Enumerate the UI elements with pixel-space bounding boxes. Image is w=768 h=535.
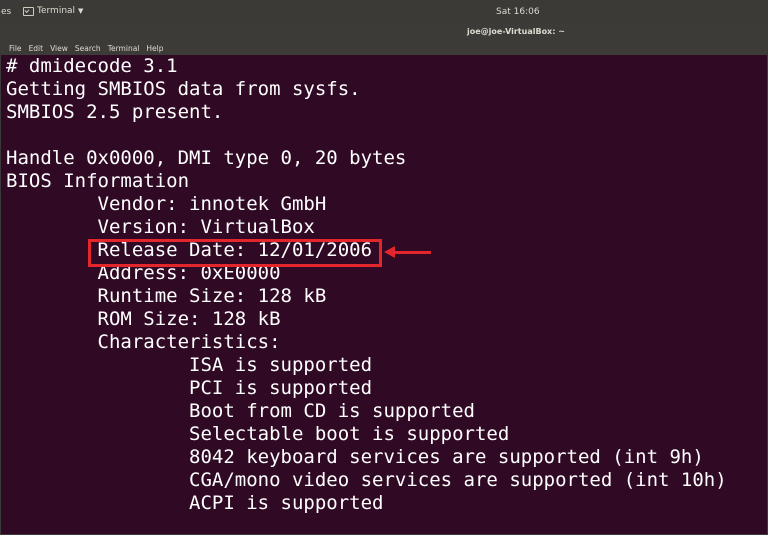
terminal-line: # dmidecode 3.1 (6, 55, 178, 77)
terminal-line: Selectable boot is supported (6, 423, 510, 445)
screenshot-frame: es Terminal ▼ Sat 16:06 joe@joe-VirtualB… (0, 0, 768, 535)
terminal-menu-bar: File Edit View Search Terminal Help (1, 41, 767, 55)
window-title: joe@joe-VirtualBox: ~ (467, 27, 565, 36)
menu-help[interactable]: Help (146, 44, 163, 53)
terminal-line: Version: VirtualBox (6, 216, 315, 238)
menu-search[interactable]: Search (75, 44, 101, 53)
terminal-line: ISA is supported (6, 354, 373, 376)
terminal-line: Getting SMBIOS data from sysfs. (6, 78, 361, 100)
highlight-box (88, 239, 382, 267)
app-menu-terminal[interactable]: Terminal ▼ (23, 6, 83, 16)
terminal-line: Boot from CD is supported (6, 400, 475, 422)
terminal-line: ACPI is supported (6, 492, 384, 514)
menu-terminal[interactable]: Terminal (108, 44, 140, 53)
terminal-line: 8042 keyboard services are supported (in… (6, 446, 704, 468)
terminal-line: CGA/mono video services are supported (i… (6, 469, 727, 491)
terminal-line: BIOS Information (6, 170, 190, 192)
terminal-line: ROM Size: 128 kB (6, 308, 281, 330)
menu-view[interactable]: View (50, 44, 68, 53)
terminal-icon (23, 6, 34, 16)
terminal-line: Runtime Size: 128 kB (6, 285, 327, 307)
terminal-line: Vendor: innotek GmbH (6, 193, 327, 215)
menu-edit[interactable]: Edit (29, 44, 44, 53)
clock[interactable]: Sat 16:06 (496, 7, 540, 17)
arrow-shaft (393, 251, 431, 254)
terminal-line: Characteristics: (6, 331, 281, 353)
activities-button[interactable]: es (1, 7, 11, 17)
terminal-line: Handle 0x0000, DMI type 0, 20 bytes (6, 147, 407, 169)
window-title-bar[interactable]: joe@joe-VirtualBox: ~ (1, 23, 767, 41)
terminal-line: SMBIOS 2.5 present. (6, 101, 224, 123)
menu-file[interactable]: File (9, 44, 22, 53)
system-top-bar: es Terminal ▼ Sat 16:06 (1, 1, 767, 23)
app-menu-label: Terminal (37, 6, 76, 16)
chevron-down-icon: ▼ (78, 7, 84, 15)
terminal-line: PCI is supported (6, 377, 373, 399)
terminal-output[interactable]: # dmidecode 3.1 Getting SMBIOS data from… (1, 55, 767, 534)
